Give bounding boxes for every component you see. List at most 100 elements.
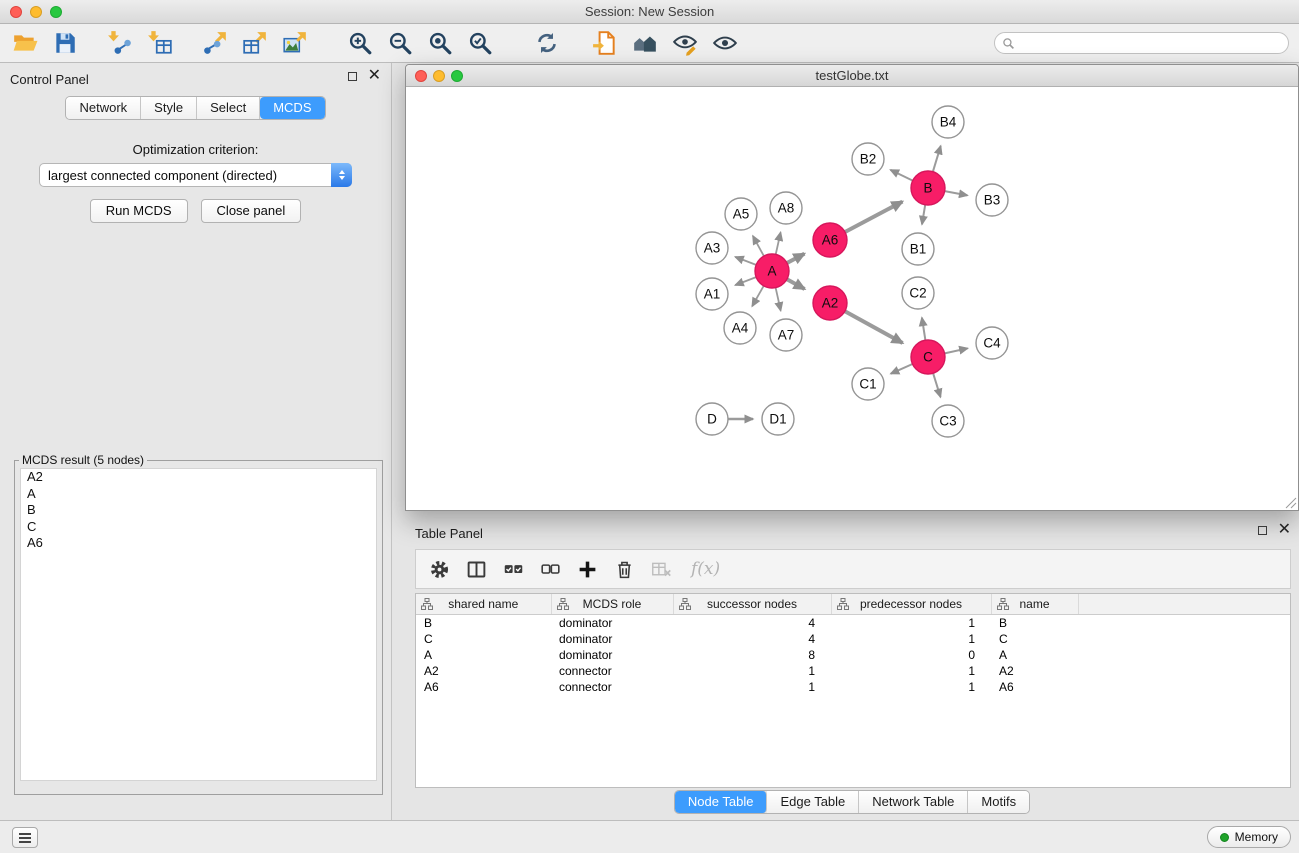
- save-session-button[interactable]: [45, 27, 85, 59]
- refresh-layout-button[interactable]: [527, 27, 567, 59]
- graph-node-C3[interactable]: C3: [932, 405, 964, 437]
- cell-shared-name[interactable]: C: [416, 631, 551, 647]
- mcds-result-item[interactable]: A2: [21, 469, 376, 486]
- import-table-button[interactable]: [140, 27, 180, 59]
- cell-predecessor-nodes[interactable]: 0: [831, 647, 991, 663]
- graph-node-B4[interactable]: B4: [932, 106, 964, 138]
- cell-successor-nodes[interactable]: 4: [673, 614, 831, 631]
- cell-predecessor-nodes[interactable]: 1: [831, 631, 991, 647]
- network-maximize-button[interactable]: [451, 70, 463, 82]
- graph-edge-A2-C[interactable]: [845, 311, 903, 343]
- cell-MCDS-role[interactable]: connector: [551, 679, 673, 695]
- graph-edge-C-C1[interactable]: [891, 364, 913, 374]
- import-network-button[interactable]: [100, 27, 140, 59]
- graph-edge-A-A5[interactable]: [753, 236, 764, 256]
- graph-edge-A-A6[interactable]: [787, 254, 804, 263]
- graph-edge-B-B2[interactable]: [891, 170, 913, 181]
- cell-predecessor-nodes[interactable]: 1: [831, 679, 991, 695]
- graph-edge-A-A1[interactable]: [735, 277, 756, 285]
- float-table-panel-button[interactable]: [1258, 526, 1267, 535]
- graph-edge-C-C2[interactable]: [922, 318, 926, 341]
- column-header-shared-name[interactable]: shared name: [416, 594, 551, 614]
- graph-node-B1[interactable]: B1: [902, 233, 934, 265]
- memory-button[interactable]: Memory: [1207, 826, 1291, 848]
- tab-network-table[interactable]: Network Table: [859, 791, 968, 813]
- search-field[interactable]: [994, 32, 1289, 54]
- table-row[interactable]: Cdominator41C: [416, 631, 1290, 647]
- cell-shared-name[interactable]: A: [416, 647, 551, 663]
- eye-annotate-button[interactable]: [665, 27, 705, 59]
- delete-table-button[interactable]: [650, 558, 672, 580]
- graph-edge-B-B3[interactable]: [945, 191, 968, 195]
- cell-successor-nodes[interactable]: 8: [673, 647, 831, 663]
- graph-node-B[interactable]: B: [911, 171, 945, 205]
- select-all-button[interactable]: [502, 558, 524, 580]
- graph-node-A4[interactable]: A4: [724, 312, 756, 344]
- graph-edge-A-A3[interactable]: [735, 257, 756, 265]
- graph-node-D[interactable]: D: [696, 403, 728, 435]
- cell-name[interactable]: A2: [991, 663, 1078, 679]
- zoom-out-button[interactable]: [380, 27, 420, 59]
- graph-node-D1[interactable]: D1: [762, 403, 794, 435]
- graph-node-A2[interactable]: A2: [813, 286, 847, 320]
- cell-predecessor-nodes[interactable]: 1: [831, 663, 991, 679]
- export-table-button[interactable]: [235, 27, 275, 59]
- close-panel-button[interactable]: Close panel: [201, 199, 302, 223]
- tab-style[interactable]: Style: [141, 97, 197, 119]
- graph-node-C1[interactable]: C1: [852, 368, 884, 400]
- cell-MCDS-role[interactable]: connector: [551, 663, 673, 679]
- zoom-in-button[interactable]: [340, 27, 380, 59]
- cell-predecessor-nodes[interactable]: 1: [831, 614, 991, 631]
- zoom-selected-button[interactable]: [460, 27, 500, 59]
- float-panel-button[interactable]: [348, 72, 357, 81]
- search-input[interactable]: [1020, 34, 1288, 52]
- delete-column-button[interactable]: [613, 558, 635, 580]
- cell-successor-nodes[interactable]: 1: [673, 663, 831, 679]
- graph-node-A1[interactable]: A1: [696, 278, 728, 310]
- graph-node-A6[interactable]: A6: [813, 223, 847, 257]
- column-header-name[interactable]: name: [991, 594, 1078, 614]
- graph-node-A7[interactable]: A7: [770, 319, 802, 351]
- export-image-button[interactable]: [275, 27, 315, 59]
- cell-MCDS-role[interactable]: dominator: [551, 647, 673, 663]
- cell-MCDS-role[interactable]: dominator: [551, 614, 673, 631]
- cell-MCDS-role[interactable]: dominator: [551, 631, 673, 647]
- graph-node-B2[interactable]: B2: [852, 143, 884, 175]
- graph-node-A8[interactable]: A8: [770, 192, 802, 224]
- close-table-panel-button[interactable]: ✕: [1278, 525, 1291, 535]
- table-row[interactable]: A6connector11A6: [416, 679, 1290, 695]
- zoom-fit-button[interactable]: [420, 27, 460, 59]
- add-column-button[interactable]: [576, 558, 598, 580]
- graph-node-A5[interactable]: A5: [725, 198, 757, 230]
- cell-shared-name[interactable]: A6: [416, 679, 551, 695]
- table-settings-button[interactable]: [428, 558, 450, 580]
- mcds-result-list[interactable]: A2ABCA6: [20, 468, 377, 781]
- table-row[interactable]: A2connector11A2: [416, 663, 1290, 679]
- graph-node-B3[interactable]: B3: [976, 184, 1008, 216]
- graph-node-C4[interactable]: C4: [976, 327, 1008, 359]
- graph-node-A[interactable]: A: [755, 254, 789, 288]
- mcds-result-item[interactable]: A: [21, 486, 376, 503]
- tab-mcds[interactable]: MCDS: [260, 97, 324, 119]
- tab-node-table[interactable]: Node Table: [675, 791, 768, 813]
- function-builder-button[interactable]: f(x): [687, 559, 720, 579]
- mcds-result-item[interactable]: C: [21, 519, 376, 536]
- column-header-predecessor-nodes[interactable]: predecessor nodes: [831, 594, 991, 614]
- graph-edge-A-A4[interactable]: [752, 286, 764, 306]
- table-row[interactable]: Adominator80A: [416, 647, 1290, 663]
- eye-button[interactable]: [705, 27, 745, 59]
- network-canvas[interactable]: B4B2BB3A5A8A6B1A3AC2A1A2A4A7C4CC1C3DD1: [406, 87, 1298, 510]
- optimization-criterion-select[interactable]: largest connected component (directed): [39, 163, 352, 187]
- graph-edge-C-C3[interactable]: [933, 373, 940, 397]
- mcds-result-item[interactable]: A6: [21, 535, 376, 552]
- document-import-button[interactable]: [585, 27, 625, 59]
- cell-shared-name[interactable]: A2: [416, 663, 551, 679]
- column-header-mcds-role[interactable]: MCDS role: [551, 594, 673, 614]
- export-network-button[interactable]: [195, 27, 235, 59]
- cell-name[interactable]: B: [991, 614, 1078, 631]
- cell-name[interactable]: C: [991, 631, 1078, 647]
- mcds-result-item[interactable]: B: [21, 502, 376, 519]
- cell-name[interactable]: A: [991, 647, 1078, 663]
- graph-edge-A-A7[interactable]: [776, 288, 781, 311]
- resize-grip-icon[interactable]: [1284, 496, 1297, 509]
